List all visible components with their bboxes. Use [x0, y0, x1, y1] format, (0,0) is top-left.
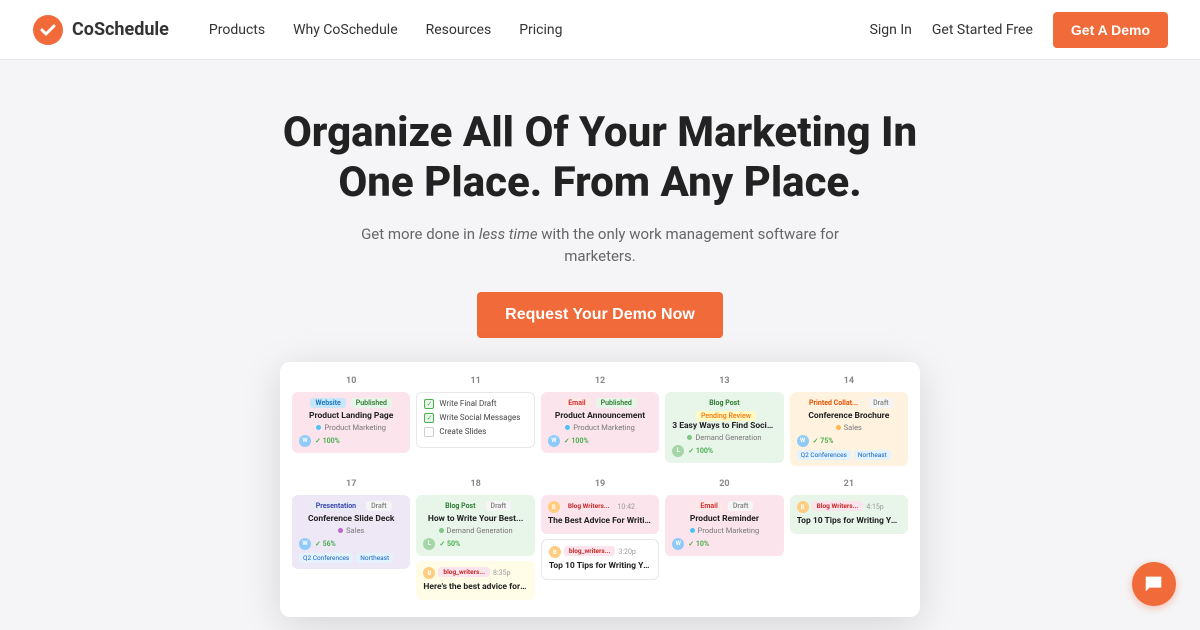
card-tag: Blog Post — [704, 398, 744, 408]
card-tag: blog_writers... — [564, 546, 616, 556]
avatar: B — [423, 567, 435, 579]
avatar: B — [797, 501, 809, 513]
get-started-link[interactable]: Get Started Free — [932, 22, 1033, 38]
card-easy-ways[interactable]: Blog Post Pending Review 3 Easy Ways to … — [665, 392, 783, 463]
calendar-row-2: 17 Presentation Draft Conference Slide D… — [292, 477, 908, 605]
sign-in-link[interactable]: Sign In — [870, 22, 912, 38]
card-product-announcement[interactable]: Email Published Product Announcement Pro… — [541, 392, 659, 453]
cal-col-21: 21 B Blog Writers... 4:15p Top 10 Tips f… — [790, 477, 908, 605]
logo-text: CoSchedule — [72, 19, 169, 40]
logo[interactable]: CoSchedule — [32, 14, 169, 46]
navbar: CoSchedule Products Why CoSchedule Resou… — [0, 0, 1200, 60]
avatar: W — [299, 435, 311, 447]
card-tag: Blog Writers... — [563, 501, 615, 511]
avatar: W — [299, 538, 311, 550]
hero-title: Organize All Of Your Marketing In One Pl… — [250, 108, 950, 209]
card-top10-21[interactable]: B Blog Writers... 4:15p Top 10 Tips for … — [790, 495, 908, 534]
nav-right: Sign In Get Started Free Get A Demo — [870, 12, 1168, 48]
cal-col-18: 18 Blog Post Draft How to Write Your Bes… — [416, 477, 534, 605]
cal-col-12: 12 Email Published Product Announcement … — [541, 374, 659, 471]
nav-products[interactable]: Products — [209, 22, 265, 38]
nav-resources[interactable]: Resources — [426, 22, 492, 38]
card-checklist[interactable]: ✓ Write Final Draft ✓ Write Social Messa… — [416, 392, 534, 448]
card-best-advice-18[interactable]: B blog_writers... 8:35p Here's the best … — [416, 561, 534, 600]
card-status: Published — [596, 398, 637, 408]
avatar: W — [672, 538, 684, 550]
card-status: Draft — [486, 501, 512, 511]
cal-col-13: 13 Blog Post Pending Review 3 Easy Ways … — [665, 374, 783, 471]
card-status: Draft — [728, 501, 754, 511]
card-tag: Blog Writers... — [812, 501, 864, 511]
card-status: Pending Review — [696, 411, 756, 421]
card-tag: Printed Collat... — [804, 398, 863, 408]
card-tag: Email — [563, 398, 590, 408]
card-product-reminder[interactable]: Email Draft Product Reminder Product Mar… — [665, 495, 783, 556]
dashboard-preview: 10 Website Published Product Landing Pag… — [280, 362, 920, 617]
avatar: L — [672, 445, 684, 457]
cal-col-17: 17 Presentation Draft Conference Slide D… — [292, 477, 410, 605]
card-status: Draft — [366, 501, 392, 511]
cal-col-20: 20 Email Draft Product Reminder Product … — [665, 477, 783, 605]
card-tag: Blog Post — [440, 501, 480, 511]
card-status: Draft — [868, 398, 894, 408]
cal-col-19: 19 B Blog Writers... 10:42 The Best Advi… — [541, 477, 659, 605]
nav-pricing[interactable]: Pricing — [519, 22, 562, 38]
avatar: L — [423, 538, 435, 550]
card-status: Published — [351, 398, 392, 408]
hero-cta-button[interactable]: Request Your Demo Now — [477, 292, 723, 338]
avatar: W — [548, 435, 560, 447]
cal-col-10: 10 Website Published Product Landing Pag… — [292, 374, 410, 471]
card-tag: Website — [310, 398, 345, 408]
card-tag: blog_writers... — [438, 567, 490, 577]
hero-section: Organize All Of Your Marketing In One Pl… — [0, 60, 1200, 617]
card-slide-deck[interactable]: Presentation Draft Conference Slide Deck… — [292, 495, 410, 569]
nav-why[interactable]: Why CoSchedule — [293, 22, 398, 38]
card-product-landing[interactable]: Website Published Product Landing Page P… — [292, 392, 410, 453]
cal-col-14: 14 Printed Collat... Draft Conference Br… — [790, 374, 908, 471]
calendar-row-1: 10 Website Published Product Landing Pag… — [292, 374, 908, 471]
card-best-advice-19[interactable]: B Blog Writers... 10:42 The Best Advice … — [541, 495, 659, 534]
card-tag: Email — [695, 501, 722, 511]
get-demo-button[interactable]: Get A Demo — [1053, 12, 1168, 48]
avatar: B — [549, 546, 561, 558]
card-conference-brochure[interactable]: Printed Collat... Draft Conference Broch… — [790, 392, 908, 466]
avatar: W — [797, 435, 809, 447]
hero-subtitle: Get more done in less time with the only… — [360, 223, 840, 268]
card-top10-19[interactable]: B blog_writers... 3:20p Top 10 Tips for … — [541, 539, 659, 580]
chat-bubble[interactable] — [1132, 562, 1176, 606]
cal-col-11: 11 ✓ Write Final Draft ✓ Write Social Me… — [416, 374, 534, 471]
card-how-to-write[interactable]: Blog Post Draft How to Write Your Best..… — [416, 495, 534, 556]
card-tag: Presentation — [311, 501, 361, 511]
avatar: B — [548, 501, 560, 513]
nav-links: Products Why CoSchedule Resources Pricin… — [209, 22, 870, 38]
